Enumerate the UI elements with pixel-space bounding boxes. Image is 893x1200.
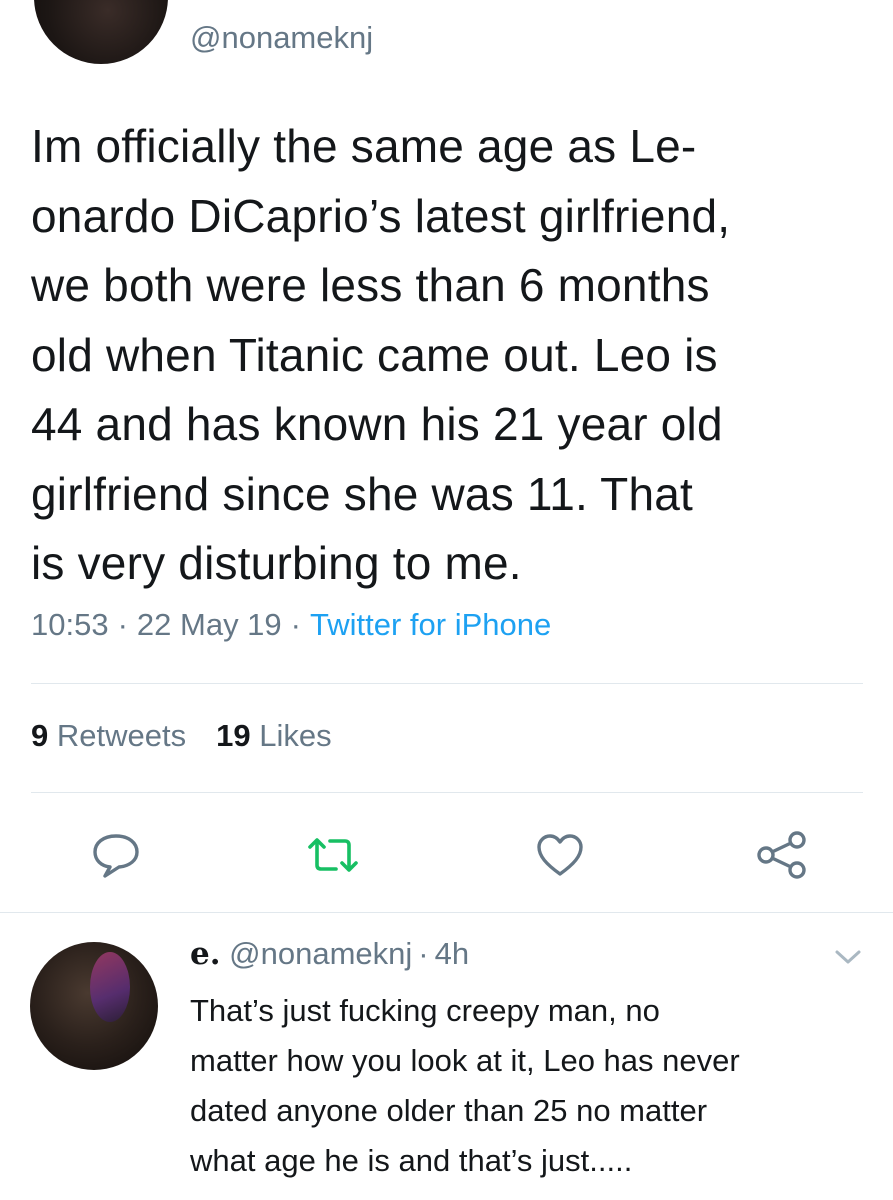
reply-button[interactable] (89, 828, 143, 882)
speech-bubble-icon (93, 834, 139, 878)
likes-label: Likes (259, 718, 332, 753)
tweet-author-handle[interactable]: @nonameknj (190, 20, 373, 56)
header-separator: · (418, 936, 429, 971)
retweet-icon (308, 838, 358, 872)
reply-header: e. @nonameknj · 4h (190, 936, 469, 972)
share-button[interactable] (755, 828, 809, 882)
reply-text: That’s just fucking creepy man, no matte… (190, 993, 740, 1178)
divider (31, 683, 863, 684)
tweet-source-link[interactable]: Twitter for iPhone (310, 607, 551, 642)
retweets-stat[interactable]: 9 Retweets (31, 718, 186, 753)
likes-count: 19 (216, 718, 251, 753)
tweet-meta: 10:53 · 22 May 19 · Twitter for iPhone (31, 607, 551, 643)
retweet-button[interactable] (306, 828, 360, 882)
meta-separator: · (117, 607, 128, 642)
like-button[interactable] (533, 828, 587, 882)
retweets-count: 9 (31, 718, 49, 753)
divider (31, 792, 863, 793)
heart-icon (537, 834, 583, 876)
chevron-down-icon[interactable] (833, 947, 863, 967)
reply-author-name[interactable]: e. (190, 936, 221, 972)
likes-stat[interactable]: 19 Likes (216, 718, 331, 753)
tweet-author-avatar[interactable] (34, 0, 168, 64)
retweets-label: Retweets (56, 718, 187, 753)
tweet-time: 10:53 (31, 607, 109, 642)
tweet-stats: 9 Retweets 19 Likes (31, 718, 332, 754)
tweet-text: Im officially the same age as Le- onardo… (31, 120, 731, 589)
reply-author-avatar[interactable] (30, 942, 158, 1070)
share-icon (757, 831, 806, 879)
reply-author-handle[interactable]: @nonameknj (229, 936, 412, 971)
tweet-date: 22 May 19 (136, 607, 282, 642)
divider (0, 912, 893, 913)
reply-age: 4h (434, 936, 470, 971)
meta-separator: · (290, 607, 301, 642)
